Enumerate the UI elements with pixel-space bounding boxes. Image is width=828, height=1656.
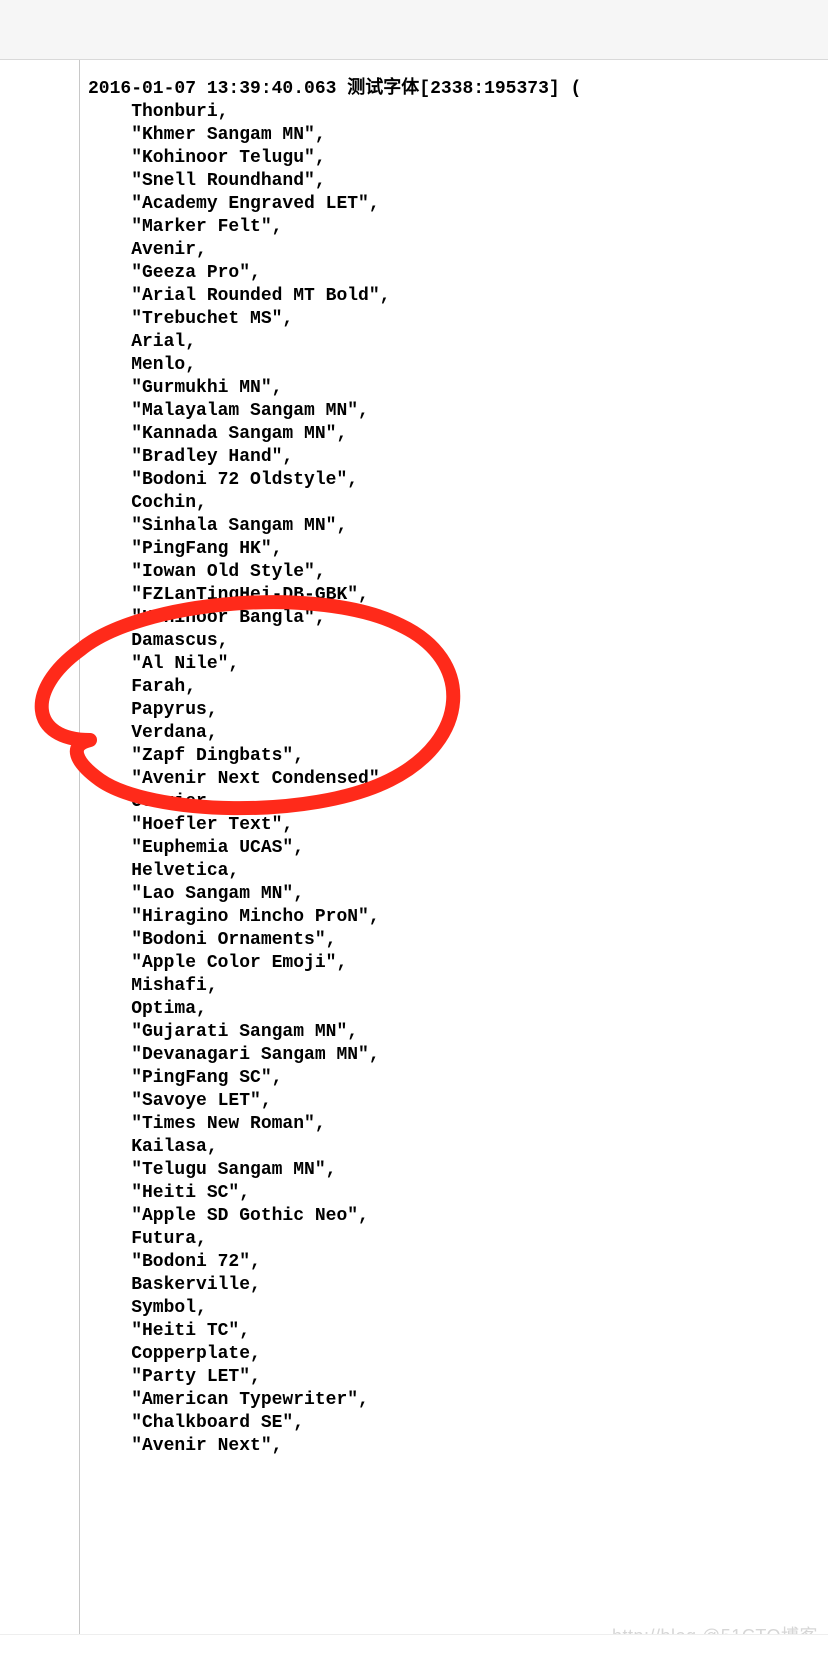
log-lines: Thonburi, "Khmer Sangam MN", "Kohinoor T… — [88, 102, 390, 1456]
log-header: 2016-01-07 13:39:40.063 测试字体[2338:195373… — [88, 79, 581, 99]
gutter — [0, 60, 80, 1656]
log-timestamp: 2016-01-07 13:39:40.063 — [88, 79, 336, 99]
content-wrap: 2016-01-07 13:39:40.063 测试字体[2338:195373… — [0, 60, 828, 1656]
log-process: 测试字体[2338:195373] — [347, 79, 559, 99]
log-open-paren: ( — [571, 79, 582, 99]
console-output[interactable]: 2016-01-07 13:39:40.063 测试字体[2338:195373… — [80, 60, 828, 1656]
footer-cut — [0, 1634, 828, 1656]
toolbar — [0, 0, 828, 60]
